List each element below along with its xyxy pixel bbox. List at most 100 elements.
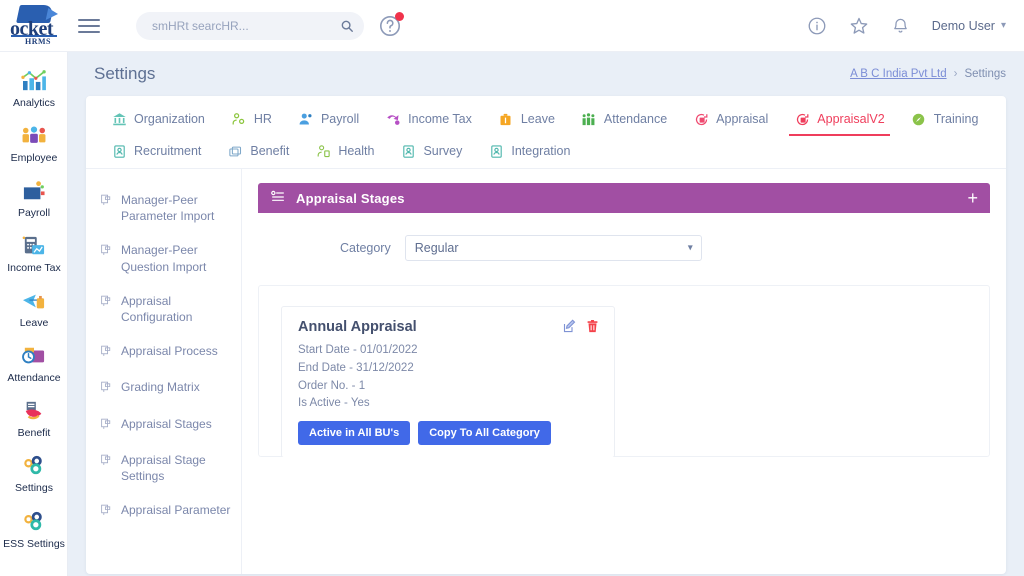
sidebar-label: Payroll (17, 207, 51, 220)
sidebar-item-analytics[interactable]: Analytics (0, 62, 67, 117)
delete-icon[interactable] (585, 319, 600, 334)
leave-travel-icon (2, 288, 66, 314)
search-input[interactable] (152, 18, 336, 33)
user-menu[interactable]: Demo User ▾ (932, 19, 1006, 33)
bell-icon[interactable] (890, 15, 912, 37)
subnav-item-appraisal-stages[interactable]: Appraisal Stages (86, 407, 241, 443)
health-icon (315, 143, 331, 159)
sidebar-item-leave[interactable]: Leave (0, 282, 67, 337)
tab-label: Health (338, 144, 375, 158)
card-buttons: Active in All BU's Copy To All Category (298, 421, 600, 446)
help-icon[interactable] (378, 11, 404, 38)
sidebar-item-income-tax[interactable]: Income Tax (0, 227, 67, 282)
page-header: Settings A B C India Pvt Ltd › Settings (68, 52, 1024, 96)
page-container: Settings A B C India Pvt Ltd › Settings … (68, 52, 1024, 576)
tab-recruitment[interactable]: Recruitment (98, 136, 214, 168)
appraisal-stage-card[interactable]: Annual Appraisal Start Date - 01/01/2022… (281, 306, 615, 457)
card-is-active: Is Active - Yes (298, 397, 370, 410)
tab-leave[interactable]: Leave (485, 104, 568, 136)
category-filter-row: Category Regular ▾ (258, 213, 990, 275)
subnav-item-manager-peer-question-import[interactable]: Manager-Peer Question Import (86, 233, 241, 283)
card-actions (562, 319, 600, 334)
tab-label: AppraisalV2 (817, 112, 885, 126)
income-tax-icon (385, 111, 401, 127)
sidebar-item-settings[interactable]: Settings (0, 447, 67, 502)
tab-label: Training (933, 112, 979, 126)
menu-toggle-icon[interactable] (72, 15, 106, 37)
subnav-item-appraisal-parameter[interactable]: Appraisal Parameter (86, 493, 241, 529)
subnav-item-manager-peer-parameter-import[interactable]: Manager-Peer Parameter Import (86, 183, 241, 233)
list-icon (270, 189, 286, 208)
breadcrumb-separator: › (953, 68, 958, 80)
category-select[interactable]: Regular (404, 235, 702, 261)
add-stage-button[interactable]: + (967, 189, 978, 207)
sidebar-label: Income Tax (7, 262, 61, 275)
tab-survey[interactable]: Survey (387, 136, 475, 168)
appraisal-icon (693, 111, 709, 127)
left-sidebar: Analytics Employee Payroll Income Tax Le… (0, 52, 68, 576)
star-icon[interactable] (848, 15, 870, 37)
main-content: Appraisal Stages + Category Regular ▾ An… (242, 169, 1006, 574)
subnav-item-appraisal-configuration[interactable]: Appraisal Configuration (86, 284, 241, 334)
employee-icon (2, 123, 66, 149)
sidebar-item-payroll[interactable]: Payroll (0, 172, 67, 227)
flag-doc-icon (100, 417, 114, 434)
tab-label: Survey (423, 144, 463, 158)
subnav-label: Appraisal Stage Settings (121, 452, 206, 483)
card-order-no: Order No. - 1 (298, 379, 366, 392)
tab-label: Appraisal (716, 112, 769, 126)
header-actions: Demo User ▾ (806, 15, 1024, 37)
copy-to-all-category-button[interactable]: Copy To All Category (418, 421, 551, 446)
active-in-all-bu-button[interactable]: Active in All BU's (298, 421, 411, 446)
chevron-down-icon: ▾ (1000, 20, 1006, 31)
edit-icon[interactable] (562, 319, 577, 334)
tab-appraisalv2[interactable]: AppraisalV2 (781, 104, 897, 136)
global-search[interactable] (136, 11, 364, 40)
category-label: Category (340, 241, 391, 255)
subnav-item-grading-matrix[interactable]: Grading Matrix (86, 370, 241, 406)
sidebar-item-attendance[interactable]: Attendance (0, 337, 67, 392)
tab-label: Income Tax (408, 112, 472, 126)
page-title: Settings (94, 64, 156, 83)
logo-wordmark: ocket (10, 17, 54, 40)
tab-income-tax[interactable]: Income Tax (372, 104, 485, 136)
settings-tabs: Organization HR Payroll Income Tax Leave… (86, 96, 1006, 169)
tab-organization[interactable]: Organization (98, 104, 218, 136)
tab-training[interactable]: Training (898, 104, 992, 136)
app-logo[interactable]: ocket HRMS (0, 0, 68, 52)
sidebar-label: Employee (10, 152, 58, 165)
sidebar-item-employee[interactable]: Employee (0, 117, 67, 172)
settings-gear-icon (2, 453, 66, 479)
benefit-gift-icon (2, 398, 66, 424)
subnav-item-appraisal-process[interactable]: Appraisal Process (86, 334, 241, 370)
card-start-date: Start Date - 01/01/2022 (298, 344, 418, 356)
tab-benefit[interactable]: Benefit (214, 136, 302, 168)
tab-integration[interactable]: Integration (475, 136, 583, 168)
payroll-user-icon (298, 111, 314, 127)
tab-hr[interactable]: HR (218, 104, 285, 136)
subnav-label: Appraisal Stages (121, 416, 212, 431)
subnav-item-appraisal-stage-settings[interactable]: Appraisal Stage Settings (86, 443, 241, 493)
settings-body: Manager-Peer Parameter Import Manager-Pe… (86, 169, 1006, 574)
flag-doc-icon (100, 243, 114, 260)
tab-attendance[interactable]: Attendance (568, 104, 680, 136)
breadcrumb-company-link[interactable]: A B C India Pvt Ltd (850, 68, 947, 80)
settings-content-card: Organization HR Payroll Income Tax Leave… (86, 96, 1006, 574)
sidebar-item-benefit[interactable]: Benefit (0, 392, 67, 447)
attendance-clock-icon (2, 343, 66, 369)
flag-doc-icon (100, 294, 114, 311)
card-title: Annual Appraisal (298, 319, 417, 335)
flag-doc-icon (100, 503, 114, 520)
search-icon[interactable] (336, 15, 358, 37)
tab-payroll[interactable]: Payroll (285, 104, 372, 136)
tab-label: Payroll (320, 112, 360, 126)
appraisal-subnav: Manager-Peer Parameter Import Manager-Pe… (86, 169, 242, 574)
tab-label: Integration (511, 144, 571, 158)
info-icon[interactable] (806, 15, 828, 37)
subnav-label: Appraisal Parameter (121, 503, 231, 518)
notification-dot (395, 11, 404, 21)
sidebar-item-ess-settings[interactable]: ESS Settings (0, 503, 67, 558)
panel-title: Appraisal Stages (296, 190, 405, 206)
tab-appraisal[interactable]: Appraisal (680, 104, 781, 136)
tab-health[interactable]: Health (302, 136, 387, 168)
